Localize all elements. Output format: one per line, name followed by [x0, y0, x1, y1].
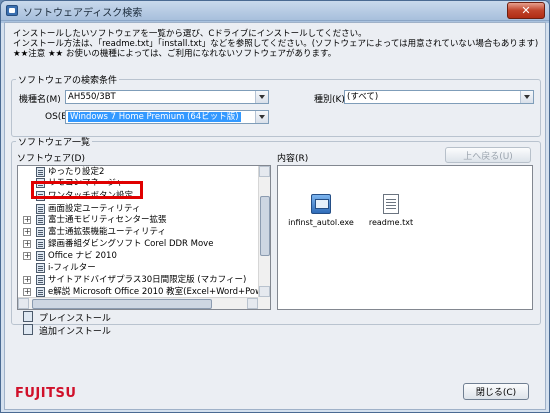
tree-item-label: 富士通モビリティセンター拡張	[48, 215, 167, 225]
intro-text: インストールしたいソフトウェアを一覧から選び、Cドライブにインストールしてくださ…	[13, 29, 538, 59]
expand-icon[interactable]: +	[23, 216, 31, 224]
type-combo[interactable]: (すべて)	[344, 90, 534, 104]
window-close-button[interactable]: ✕	[507, 2, 545, 19]
model-label: 機種名(M)	[19, 95, 61, 105]
content-pane[interactable]: infinst_autol.exe readme.txt	[277, 165, 533, 310]
search-conditions-group: ソフトウェアの検索条件	[11, 73, 541, 137]
intro-line-1: インストールしたいソフトウェアを一覧から選び、Cドライブにインストールしてくださ…	[13, 29, 367, 39]
tree-item-label: Office ナビ 2010	[48, 251, 117, 261]
os-dropdown-arrow-icon[interactable]	[255, 111, 268, 123]
intro-line-3: ★★注意 ★★ お使いの機種によっては、ご利用になれないソフトウェアがあります。	[13, 49, 337, 59]
software-list-legend: ソフトウェア一覧	[18, 138, 91, 148]
title-bar[interactable]: ソフトウェアディスク検索 ✕	[1, 1, 549, 21]
expand-icon[interactable]: +	[23, 288, 31, 296]
expand-icon[interactable]: +	[23, 276, 31, 284]
type-label: 種別(K)	[314, 95, 345, 105]
tree-item-label: サイトアドバイザプラス30日間限定版 (マカフィー)	[48, 275, 247, 285]
os-value: Windows 7 Home Premium (64ビット版)	[68, 112, 241, 122]
software-disk-search-window: ソフトウェアディスク検索 ✕ インストールしたいソフトウェアを一覧から選び、Cド…	[0, 0, 550, 413]
document-icon	[36, 204, 45, 214]
scroll-up-icon[interactable]	[259, 166, 270, 177]
document-icon	[36, 251, 45, 261]
tree-item-label: i-フィルター	[48, 263, 96, 273]
document-icon	[36, 287, 45, 297]
option-label: プレインストール	[39, 314, 111, 324]
additional-install-icon	[23, 324, 33, 335]
expand-icon[interactable]: +	[23, 240, 31, 248]
expand-icon[interactable]: +	[23, 228, 31, 236]
client-area: インストールしたいソフトウェアを一覧から選び、Cドライブにインストールしてくださ…	[4, 22, 546, 410]
option-label: 追加インストール	[39, 327, 111, 337]
tree-item-label: 富士通拡張機能ユーティリティ	[48, 227, 166, 237]
content-label: 内容(R)	[277, 154, 309, 164]
document-icon	[36, 239, 45, 249]
model-combo[interactable]: AH550/3BT	[65, 90, 269, 104]
text-file-icon	[383, 194, 399, 214]
scroll-corner	[258, 297, 270, 309]
expand-icon[interactable]: +	[23, 252, 31, 260]
model-dropdown-arrow-icon[interactable]	[255, 91, 268, 103]
tree-horizontal-scrollbar[interactable]	[18, 297, 258, 309]
file-name: readme.txt	[368, 218, 414, 227]
tree-item-label: 録画番組ダビングソフト Corel DDR Move	[48, 239, 214, 249]
software-label: ソフトウェア(D)	[17, 154, 85, 164]
document-icon	[36, 275, 45, 285]
model-value: AH550/3BT	[68, 92, 116, 102]
type-value: (すべて)	[347, 92, 379, 102]
document-icon	[36, 263, 45, 273]
document-icon	[36, 227, 45, 237]
exe-file-icon	[311, 194, 331, 214]
horizontal-scroll-thumb[interactable]	[32, 299, 212, 309]
os-combo[interactable]: Windows 7 Home Premium (64ビット版)	[65, 110, 269, 124]
close-button[interactable]: 閉じる(C)	[463, 383, 529, 400]
fujitsu-logo: FUJITSU	[15, 386, 77, 401]
search-conditions-legend: ソフトウェアの検索条件	[18, 76, 118, 86]
up-button[interactable]: 上へ戻る(U)	[445, 147, 531, 163]
file-item[interactable]: readme.txt	[366, 194, 416, 227]
document-icon	[36, 167, 45, 177]
preinstall-icon	[23, 311, 33, 322]
window-title: ソフトウェアディスク検索	[23, 8, 143, 19]
type-dropdown-arrow-icon[interactable]	[520, 91, 533, 103]
scroll-down-icon[interactable]	[259, 286, 270, 297]
scroll-left-icon[interactable]	[18, 298, 29, 309]
intro-line-2: インストール方法は、「readme.txt」「install.txt」などを参照…	[13, 39, 539, 49]
selection-highlight-box	[31, 181, 143, 199]
tree-vertical-scrollbar[interactable]	[258, 166, 270, 297]
document-icon	[36, 215, 45, 225]
file-item[interactable]: infinst_autol.exe	[288, 194, 354, 227]
app-icon	[6, 5, 18, 16]
file-name: infinst_autol.exe	[288, 218, 354, 227]
vertical-scroll-thumb[interactable]	[260, 196, 270, 256]
scroll-right-icon[interactable]	[247, 298, 258, 309]
